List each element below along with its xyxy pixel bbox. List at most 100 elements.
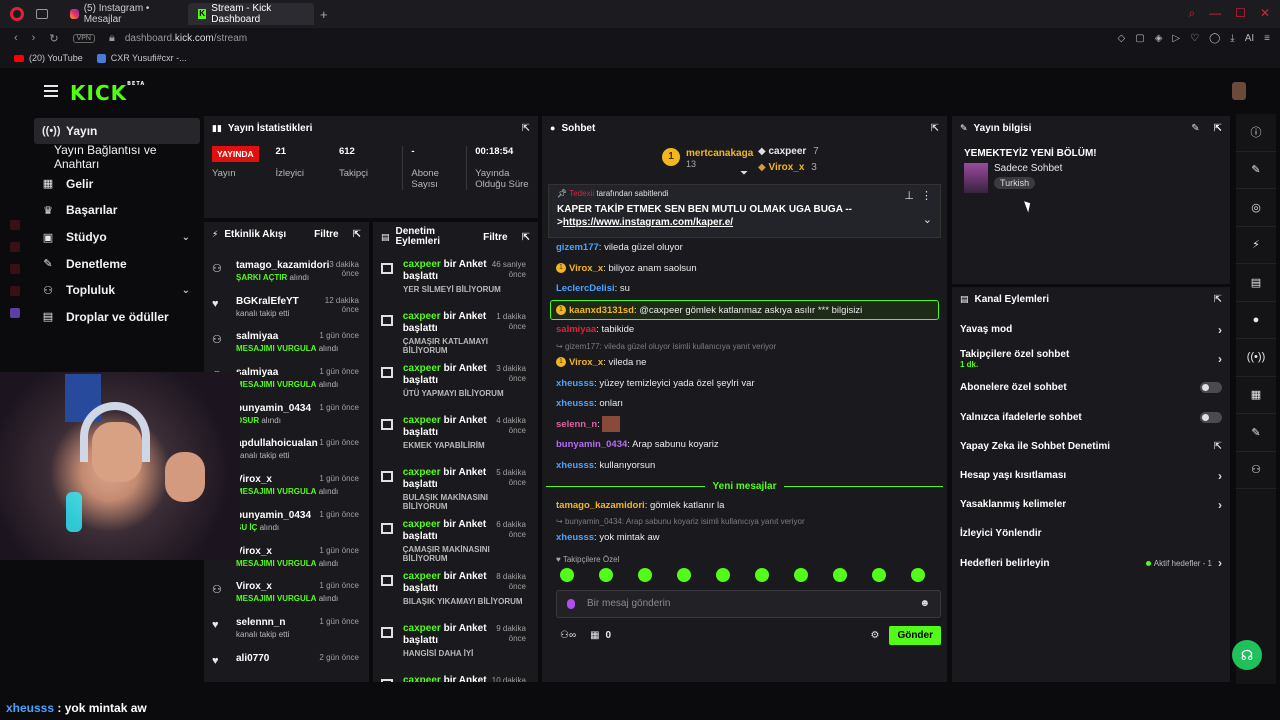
new-tab-button[interactable]: +	[320, 7, 328, 22]
emote-icon[interactable]	[560, 567, 574, 582]
sidebar-item-studyo[interactable]: ▣ Stüdyo ⌄	[34, 224, 200, 251]
chat-message[interactable]: 1 kaanxd3131sd: @caxpeer gömlek katlanmaz…	[550, 299, 939, 321]
chat-username[interactable]: xheusss	[556, 398, 594, 409]
channel-action-item[interactable]: Takipçilere özel sohbet 1 dk. ›	[952, 344, 1230, 373]
profile-icon[interactable]: ◯	[1209, 33, 1220, 44]
chat-message[interactable]: salmiyaa: tabikide	[556, 320, 939, 341]
chat-message[interactable]: xheusss: kullanıyorsun	[556, 456, 939, 477]
filter-button[interactable]: Filtre	[483, 232, 507, 243]
channel-action-item[interactable]: İzleyici Yönlendir	[952, 519, 1230, 548]
list-item[interactable]: ⚇salmiyaaMESAJIMI VURGULA alındı1 gün ön…	[204, 327, 369, 363]
top-chatter-1[interactable]: 1	[662, 148, 680, 166]
bookmark-icon[interactable]: ◇	[1118, 33, 1126, 44]
snapshot-icon[interactable]: ▢	[1135, 33, 1144, 44]
reload-icon[interactable]: ↻	[49, 32, 58, 45]
list-item[interactable]: caxpeer bir Anket başlattı BULAŞIK MAKİNA…	[373, 464, 538, 516]
tab-overview-icon[interactable]	[36, 9, 48, 19]
chevron-right-icon[interactable]: ›	[1218, 469, 1222, 483]
chevron-right-icon[interactable]: ›	[1218, 498, 1222, 512]
stats-icon[interactable]: ▦	[1236, 377, 1276, 414]
top-chatter-1-info[interactable]: mertcanakaga 13	[686, 148, 753, 169]
emote-icon[interactable]	[911, 567, 925, 582]
ai-button[interactable]: AI	[1245, 33, 1254, 44]
url-field[interactable]: dashboard.kick.com/stream	[125, 33, 247, 44]
close-icon[interactable]: ✕	[1260, 6, 1270, 21]
chat-username[interactable]: xheusss	[556, 378, 594, 389]
pinned-link[interactable]: https://www.instagram.com/kaper.e/	[563, 217, 733, 228]
filter-button[interactable]: Filtre	[314, 229, 338, 240]
chat-username[interactable]: gizem177	[556, 242, 599, 253]
external-link-icon[interactable]: ⇱	[1214, 441, 1222, 452]
channel-action-item[interactable]: Yalnızca ifadelerle sohbet	[952, 403, 1230, 432]
list-item[interactable]: ♥ BGKralEfeYT kanalı takip etti 12 dakika ö…	[204, 292, 369, 328]
toggle-switch[interactable]	[1200, 382, 1222, 394]
twitch-icon[interactable]	[10, 308, 20, 318]
list-item[interactable]: caxpeer bir Anket başlattı ÇAMAŞIR MAKİNA…	[373, 516, 538, 568]
channel-action-item[interactable]: Abonelere özel sohbet	[952, 373, 1230, 402]
chat-bubble-icon[interactable]: ●	[1236, 302, 1276, 339]
settings-gear-icon[interactable]: ⚙	[870, 630, 879, 641]
shield-icon[interactable]: ◈	[1155, 33, 1163, 44]
kick-logo[interactable]: KICKBETA	[70, 81, 145, 105]
community-icon[interactable]: ⚇∞	[560, 630, 576, 641]
chat-message[interactable]: 1 Virox_x: vileda ne	[556, 353, 939, 374]
bookmark-cxr[interactable]: CXR Yusufi#cxr -...	[96, 53, 187, 63]
list-item[interactable]: ⚇ tamago_kazamidori ŞARKI AÇTIR alındı 3 da…	[204, 256, 369, 292]
sidebar-item-stream-key[interactable]: Yayın Bağlantısı ve Anahtarı	[34, 143, 200, 171]
chat-username[interactable]: xheusss	[556, 532, 594, 543]
vpn-badge[interactable]: VPN	[72, 33, 95, 43]
list-icon[interactable]: ▤	[1236, 264, 1276, 302]
chat-username[interactable]: LeclercDelisi	[556, 283, 615, 294]
chat-username[interactable]: kaanxd3131sd	[569, 305, 634, 316]
people-icon[interactable]: ⚇	[1236, 452, 1276, 489]
avatar[interactable]	[1232, 82, 1246, 100]
broadcast-icon[interactable]: ((•))	[1236, 339, 1276, 377]
play-icon[interactable]: ▷	[1172, 33, 1180, 44]
channel-action-item[interactable]: Yapay Zeka ile Sohbet Denetimi ⇱	[952, 432, 1230, 461]
hamburger-menu-icon[interactable]	[44, 85, 58, 100]
chat-message[interactable]: bunyamin_0434: Arap sabunu koyariz	[556, 435, 939, 456]
list-item[interactable]: caxpeer bir Anket başlattı BILAŞIK YIKAMA…	[373, 568, 538, 620]
list-item[interactable]: caxpeer bir Anket başlattı10 dakika önce	[373, 672, 538, 682]
chat-message[interactable]: xheusss: yok mintak aw	[556, 528, 939, 549]
popout-icon[interactable]: ⇱	[522, 123, 530, 134]
list-item[interactable]: caxpeer bir Anket başlattı ÇAMAŞIR KATLAM…	[373, 308, 538, 360]
bookmark-youtube[interactable]: (20) YouTube	[14, 53, 83, 63]
heart-outline-icon[interactable]: ♡	[1190, 33, 1199, 44]
chat-message[interactable]: gizem177: vileda güzel oluyor	[556, 238, 939, 259]
channel-action-item[interactable]: Hesap yaşı kısıtlaması ›	[952, 461, 1230, 490]
maximize-icon[interactable]: ☐	[1235, 6, 1246, 21]
chevron-right-icon[interactable]: ›	[1218, 556, 1222, 570]
channel-action-item[interactable]: Yavaş mod ›	[952, 315, 1230, 344]
popout-icon[interactable]: ⇱	[1214, 123, 1222, 134]
emote-icon[interactable]	[599, 567, 613, 582]
collapse-icon[interactable]: ⏷	[740, 168, 748, 179]
chat-message[interactable]: 1 Virox_x: biliyoz anam saolsun	[556, 259, 939, 280]
list-item[interactable]: ♥ ali0770 2 gün önce	[204, 649, 369, 682]
chat-message[interactable]: LeclercDelisi: su	[556, 279, 939, 300]
popout-icon[interactable]: ⇱	[353, 229, 361, 240]
popout-icon[interactable]: ⇱	[522, 232, 530, 243]
edit-icon[interactable]: ✎	[1191, 123, 1199, 134]
mic-icon[interactable]	[567, 598, 575, 609]
emote-icon[interactable]	[716, 567, 730, 582]
opera-logo-icon[interactable]	[10, 7, 24, 21]
chat-username[interactable]: salmiyaa	[556, 324, 596, 335]
list-item[interactable]: caxpeer bir Anket başlattı HANGİSİ DAHA İ…	[373, 620, 538, 672]
sidebar-item-denetleme[interactable]: ✎ Denetleme	[34, 250, 200, 277]
emote-icon[interactable]	[872, 567, 886, 582]
tab-instagram[interactable]: (5) Instagram • Mesajlar	[60, 3, 186, 25]
chevron-down-icon[interactable]: ⌄	[923, 213, 932, 226]
emote-icon[interactable]	[755, 567, 769, 582]
emote-icon[interactable]	[794, 567, 808, 582]
sidebar-item-droplar[interactable]: ▤ Droplar ve ödüller	[34, 304, 200, 331]
emoji-icon[interactable]: ☻	[919, 598, 930, 609]
tab-kick-dashboard[interactable]: K Stream - Kick Dashboard	[188, 3, 314, 25]
chat-username[interactable]: bunyamin_0434	[556, 439, 627, 450]
wrench-icon[interactable]: ✎	[1236, 414, 1276, 452]
top-chatter-3[interactable]: ◆ Virox_x 3	[758, 162, 817, 173]
channel-action-item[interactable]: Yasaklanmış kelimeler ›	[952, 490, 1230, 519]
emote-icon[interactable]	[638, 567, 652, 582]
sidebar-app-icon[interactable]	[10, 220, 20, 230]
send-button[interactable]: Gönder	[889, 625, 941, 645]
